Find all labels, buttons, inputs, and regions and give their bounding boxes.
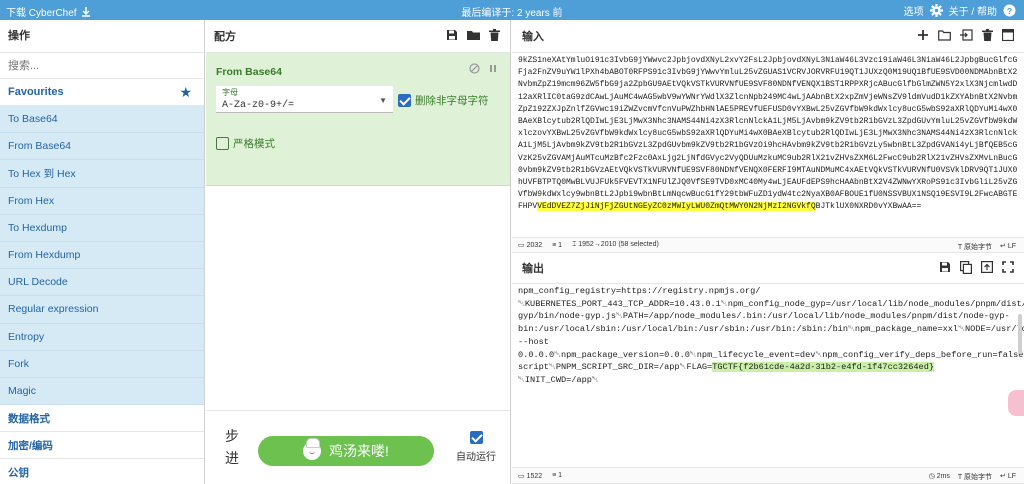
favourites-label: Favourites — [8, 86, 64, 98]
chef-icon — [303, 438, 322, 460]
input-status-bar: ▭ 2032 ≡ 1 ⌶ 1952→2010 (58 selected) T 原… — [512, 237, 1024, 253]
output-time: ◷ 2ms — [928, 473, 950, 480]
category-public-key[interactable]: 公钥 — [0, 459, 204, 484]
folder-icon[interactable] — [467, 29, 480, 41]
op-from-hexdump[interactable]: From Hexdump — [0, 241, 204, 270]
output-selection: TGCTF{f2b61cde-4a2d-31b2-e4fd-1f47cc3264… — [712, 362, 935, 373]
help-icon[interactable]: ? — [1003, 4, 1016, 17]
replace-input-icon[interactable] — [981, 261, 993, 273]
remove-nonalpha-label: 删除非字母字符 — [415, 95, 489, 107]
svg-text:?: ? — [1007, 6, 1012, 16]
output-encoding[interactable]: T 原始字节 — [958, 472, 992, 482]
recipe-title: 配方 — [214, 31, 236, 43]
output-status-bar: ▭ 1522 ≡ 1 ◷ 2ms T 原始字节 ↵ LF — [512, 467, 1024, 484]
output-length: ▭ 1522 — [518, 472, 543, 480]
op-regular-expression[interactable]: Regular expression — [0, 296, 204, 324]
bake-label: 鸡汤来喽! — [329, 443, 389, 459]
input-selection-info: ⌶ 1952→2010 (58 selected) — [572, 241, 659, 248]
caret-down-icon: ▼ — [379, 96, 387, 105]
save-icon[interactable] — [446, 29, 458, 41]
remove-nonalpha-option[interactable]: 删除非字母字符 — [398, 93, 489, 108]
op-from-hex[interactable]: From Hex — [0, 187, 204, 215]
top-bar: 下载 CyberChef 最后编译于: 2 years 前 选项 关于 / 帮助… — [0, 0, 1024, 20]
alphabet-label: 字母 — [222, 88, 238, 97]
open-file-icon[interactable] — [960, 29, 973, 41]
op-magic[interactable]: Magic — [0, 377, 204, 406]
save-output-icon[interactable] — [939, 261, 951, 273]
operations-title: 操作 — [0, 20, 204, 53]
op-fork[interactable]: Fork — [0, 350, 204, 378]
recipe-op-title: From Base64 — [216, 66, 282, 78]
step-button[interactable]: 步 进 — [222, 425, 242, 469]
input-length: ▭ 2032 — [518, 242, 543, 249]
gear-icon[interactable] — [929, 4, 943, 17]
category-encryption-encoding[interactable]: 加密/编码 — [0, 432, 204, 460]
recipe-panel: 配方 From Base64 字母 A-Za-z0-9+/= ▼ 删除非字母字符… — [206, 20, 511, 484]
bake-button[interactable]: 鸡汤来喽! — [258, 436, 434, 466]
output-text-before: npm_config_registry=https://registry.npm… — [518, 286, 1024, 373]
floating-tab[interactable] — [1008, 390, 1024, 416]
output-textarea[interactable]: npm_config_registry=https://registry.npm… — [512, 284, 1024, 467]
layout-icon[interactable] — [1002, 29, 1014, 41]
open-folder-icon[interactable] — [938, 29, 951, 41]
input-text-before: 9kZS1neXAtYmluOi91c3IvbG9jYWwvc2JpbjovdX… — [518, 56, 1018, 212]
auto-bake-label: 自动运行 — [456, 452, 496, 463]
output-scrollbar[interactable] — [1018, 314, 1022, 354]
operations-panel: 操作 Favourites ★ To Base64 From Base64 To… — [0, 20, 205, 484]
output-text-after: ␀INIT_CWD=/app␀ — [518, 374, 599, 385]
options-link[interactable]: 选项 — [904, 3, 924, 18]
op-entropy[interactable]: Entropy — [0, 323, 204, 351]
recipe-header: 配方 — [206, 20, 510, 53]
disable-icon[interactable] — [469, 63, 480, 74]
output-title: 输出 — [522, 263, 544, 275]
about-link[interactable]: 关于 / 帮助 — [949, 3, 997, 18]
input-header: 输入 — [512, 20, 1024, 53]
output-eol[interactable]: ↵ LF — [1000, 472, 1016, 482]
add-tab-icon[interactable] — [917, 29, 929, 41]
op-from-base64[interactable]: From Base64 — [0, 133, 204, 161]
step-label-1: 步 — [225, 428, 239, 444]
op-url-decode[interactable]: URL Decode — [0, 269, 204, 297]
compiled-time: 最后编译于: 2 years 前 — [461, 8, 563, 19]
bake-area: 步 进 鸡汤来喽! 自动运行 — [206, 410, 510, 484]
input-selection: VEdDVEZ7ZjJiNjFjZGUtNGEyZC0zMWIyLWU0ZmQt… — [537, 202, 816, 212]
search-input[interactable] — [8, 59, 196, 72]
input-textarea[interactable]: 9kZS1neXAtYmluOi91c3IvbG9jYWwvc2JpbjovdX… — [512, 53, 1024, 237]
strict-mode-option[interactable]: 严格模式 — [216, 136, 275, 151]
delete-icon[interactable] — [982, 29, 993, 41]
strict-mode-checkbox[interactable] — [216, 137, 229, 150]
star-icon[interactable]: ★ — [179, 84, 192, 101]
input-encoding[interactable]: T 原始字节 — [958, 242, 992, 252]
input-title: 输入 — [522, 31, 544, 43]
input-eol[interactable]: ↵ LF — [1000, 242, 1016, 252]
pause-icon[interactable] — [488, 63, 498, 74]
io-panel: 输入 9kZS1neXAtYmluOi91c3IvbG9jYWwvc2Jpbjo… — [512, 20, 1024, 484]
copy-icon[interactable] — [960, 261, 972, 274]
op-to-hexdump[interactable]: To Hexdump — [0, 214, 204, 242]
auto-bake-checkbox[interactable] — [469, 431, 483, 444]
category-data-format[interactable]: 数据格式 — [0, 405, 204, 433]
op-to-base64[interactable]: To Base64 — [0, 106, 204, 134]
favourites-category[interactable]: Favourites ★ — [0, 79, 204, 106]
strict-mode-label: 严格模式 — [233, 138, 275, 150]
output-header: 输出 — [512, 253, 1024, 284]
recipe-op-from-base64[interactable]: From Base64 字母 A-Za-z0-9+/= ▼ 删除非字母字符 严格… — [206, 53, 510, 186]
output-lines: ≡ 1 — [552, 472, 563, 479]
alphabet-select[interactable]: 字母 A-Za-z0-9+/= ▼ — [216, 86, 393, 113]
step-label-2: 进 — [225, 450, 239, 466]
remove-nonalpha-checkbox[interactable] — [398, 94, 411, 107]
auto-bake-option[interactable]: 自动运行 — [451, 431, 501, 463]
alphabet-value: A-Za-z0-9+/= — [222, 100, 295, 111]
input-lines: ≡ 1 — [552, 241, 563, 249]
trash-icon[interactable] — [489, 29, 500, 41]
op-to-hex[interactable]: To Hex 到 Hex — [0, 160, 204, 188]
input-text-after: BJTklUX0NXRD0vYXBwAA== — [815, 202, 922, 212]
maximize-icon[interactable] — [1002, 261, 1014, 273]
operations-search[interactable] — [0, 53, 204, 79]
